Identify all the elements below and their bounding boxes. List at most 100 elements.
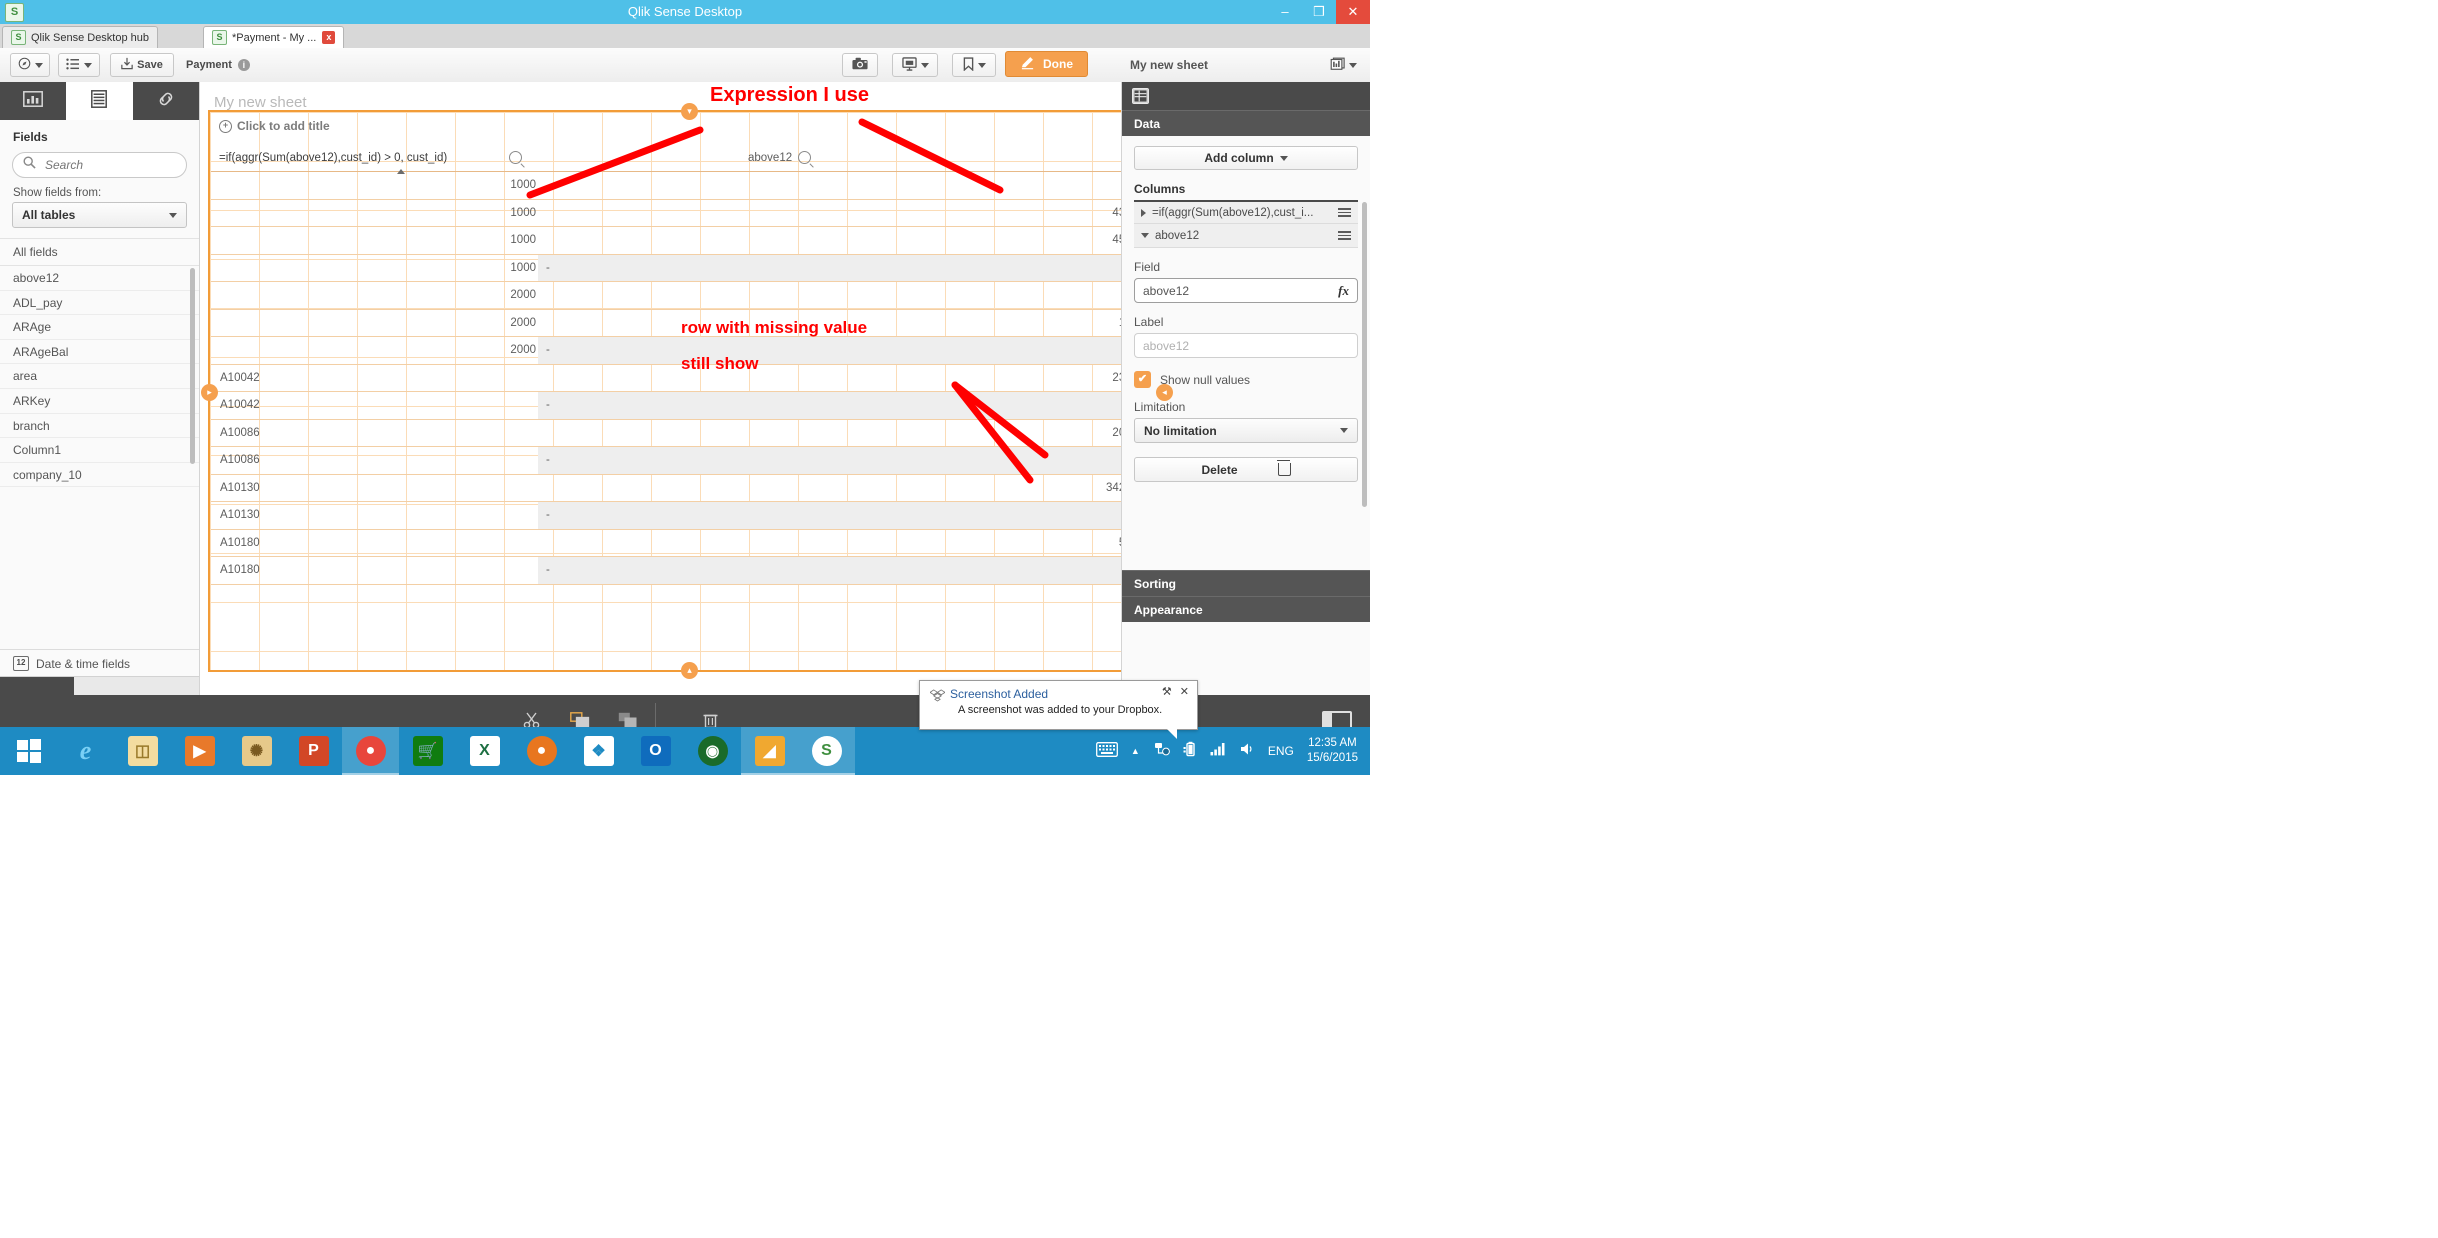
excel-button[interactable]: X — [456, 727, 513, 775]
language-indicator[interactable]: ENG — [1268, 744, 1294, 758]
delete-button[interactable]: Delete — [1134, 457, 1358, 482]
save-button[interactable]: Save — [110, 53, 174, 77]
table-properties-icon[interactable] — [1132, 88, 1149, 104]
field-item[interactable]: ARAge — [0, 315, 199, 340]
cell-measure[interactable]: 4561.41 — [538, 227, 1163, 254]
cell-dimension[interactable]: A10180 — [220, 557, 260, 584]
column-0-search-icon-wrap[interactable] — [509, 144, 522, 171]
field-item[interactable]: above12 — [0, 266, 199, 291]
keyboard-icon[interactable] — [1095, 741, 1118, 761]
cell-dimension[interactable]: 1000 — [211, 255, 536, 282]
cell-dimension[interactable]: 2000 — [211, 282, 536, 309]
cell-measure-null[interactable]: - — [538, 557, 1163, 584]
cell-dimension[interactable]: A10130 — [220, 502, 260, 529]
cell-measure[interactable]: 2000.90 — [538, 420, 1163, 447]
clock[interactable]: 12:35 AM 15/6/2015 — [1307, 736, 1358, 766]
snapshot-button[interactable] — [842, 53, 878, 77]
cell-dimension[interactable]: A10042 — [220, 392, 260, 419]
table-row[interactable]: 1000 4315.31 — [211, 200, 1163, 227]
master-items-tab[interactable] — [133, 82, 199, 120]
section-data[interactable]: Data — [1122, 110, 1370, 136]
current-sheet-name[interactable]: My new sheet — [1130, 53, 1208, 77]
field-item[interactable]: ARAgeBal — [0, 340, 199, 365]
table-row[interactable]: 2000 0.00 — [211, 282, 1163, 310]
cell-measure-null[interactable]: - — [538, 337, 1163, 364]
cell-dimension[interactable]: A10130 — [220, 475, 260, 502]
field-item[interactable]: Column1 — [0, 438, 199, 463]
table-row[interactable]: A10180 500.00 — [211, 530, 1163, 557]
field-input[interactable]: above12 fx — [1134, 278, 1358, 303]
done-button[interactable]: Done — [1005, 51, 1088, 77]
cell-dimension[interactable]: 1000 — [211, 172, 536, 199]
cell-dimension[interactable]: A10042 — [220, 365, 260, 392]
section-sorting[interactable]: Sorting — [1122, 570, 1370, 596]
storytelling-button[interactable] — [892, 53, 938, 77]
internet-explorer-button[interactable]: e — [57, 727, 114, 775]
cell-dimension[interactable]: 2000 — [211, 337, 536, 364]
cell-measure[interactable]: 500.00 — [538, 530, 1163, 557]
cell-measure-null[interactable]: - — [538, 447, 1163, 474]
chrome-button[interactable]: ● — [342, 727, 399, 775]
cell-measure[interactable]: 0.00 — [538, 282, 1163, 309]
network-icon[interactable] — [1153, 742, 1170, 761]
cell-dimension[interactable]: A10086 — [220, 447, 260, 474]
add-column-button[interactable]: Add column — [1134, 146, 1358, 170]
field-item[interactable]: branch — [0, 414, 199, 439]
field-list-scrollbar[interactable] — [190, 268, 195, 464]
signal-icon[interactable] — [1210, 742, 1227, 760]
qlikview-button[interactable]: ◢ — [741, 727, 798, 775]
resize-handle-left[interactable]: ▸ — [201, 384, 218, 401]
field-item[interactable]: company_10 — [0, 463, 199, 488]
cell-dimension[interactable]: 1000 — [211, 200, 536, 227]
outlook-button[interactable]: O — [627, 727, 684, 775]
cell-dimension[interactable]: 1000 — [211, 227, 536, 254]
cell-dimension[interactable]: 2000 — [211, 310, 536, 337]
minimize-button[interactable]: – — [1268, 0, 1302, 24]
table-row[interactable]: 1000 4561.41 — [211, 227, 1163, 255]
object-title-placeholder[interactable]: + Click to add title — [219, 119, 330, 133]
info-icon[interactable]: i — [237, 59, 250, 71]
date-time-fields-section[interactable]: 12 Date & time fields — [0, 649, 199, 677]
tab-qlik-sense-desktop-hub[interactable]: S Qlik Sense Desktop hub — [2, 26, 159, 48]
fields-tab[interactable] — [66, 82, 133, 120]
table-row[interactable]: A10180 - — [211, 557, 1163, 585]
navigation-menu-button[interactable] — [10, 53, 50, 77]
bookmark-button[interactable] — [952, 53, 996, 77]
tab-payment-app[interactable]: S *Payment - My ... x — [203, 26, 345, 48]
show-hidden-icons-button[interactable]: ▲ — [1131, 746, 1140, 756]
resize-handle-top[interactable]: ▾ — [681, 103, 698, 120]
notification-close-icon[interactable]: ✕ — [1180, 685, 1189, 698]
maximize-button[interactable]: ❒ — [1302, 0, 1336, 24]
close-button[interactable]: ✕ — [1336, 0, 1370, 24]
column-item-expression[interactable]: =if(aggr(Sum(above12),cust_i... — [1134, 200, 1358, 224]
camtasia-button[interactable]: ◉ — [684, 727, 741, 775]
qlik-sense-button[interactable]: S — [798, 727, 855, 775]
cell-measure[interactable]: 2372.95 — [538, 365, 1163, 392]
cell-measure-null[interactable]: - — [538, 254, 1163, 281]
dropbox-notification[interactable]: Screenshot Added A screenshot was added … — [919, 680, 1198, 739]
table-filter-dropdown[interactable]: All tables — [12, 202, 187, 228]
chevron-down-icon[interactable] — [1141, 233, 1149, 238]
start-button[interactable] — [0, 727, 57, 775]
table-row[interactable]: A10130 - — [211, 502, 1163, 530]
show-null-values-checkbox[interactable]: ✔ — [1134, 371, 1151, 388]
cell-measure[interactable]: 34287.08 — [538, 475, 1163, 502]
charts-tab[interactable] — [0, 82, 66, 120]
label-input[interactable]: above12 — [1134, 333, 1358, 358]
search-input[interactable] — [43, 157, 187, 173]
sheet-list-button[interactable] — [58, 53, 100, 77]
notification-settings-icon[interactable]: ⚒ — [1162, 685, 1172, 698]
table-row[interactable]: 1000 0.00 — [211, 172, 1163, 200]
panel-collapse-handle[interactable] — [0, 677, 74, 695]
cell-measure-null[interactable]: - — [538, 502, 1163, 529]
field-item[interactable]: ARKey — [0, 389, 199, 414]
column-header-expression[interactable]: =if(aggr(Sum(above12),cust_id) > 0, cust… — [219, 144, 447, 171]
cell-measure[interactable]: 4315.31 — [538, 200, 1163, 227]
column-header-above12[interactable]: above12 — [748, 144, 792, 171]
cell-measure-null[interactable]: - — [538, 392, 1163, 419]
volume-icon[interactable] — [1240, 742, 1255, 760]
store-button[interactable]: 🛒 — [399, 727, 456, 775]
table-row[interactable]: A10042 - — [211, 392, 1163, 420]
sheets-navigation-button[interactable] — [1325, 53, 1361, 77]
chevron-right-icon[interactable] — [1141, 208, 1146, 217]
